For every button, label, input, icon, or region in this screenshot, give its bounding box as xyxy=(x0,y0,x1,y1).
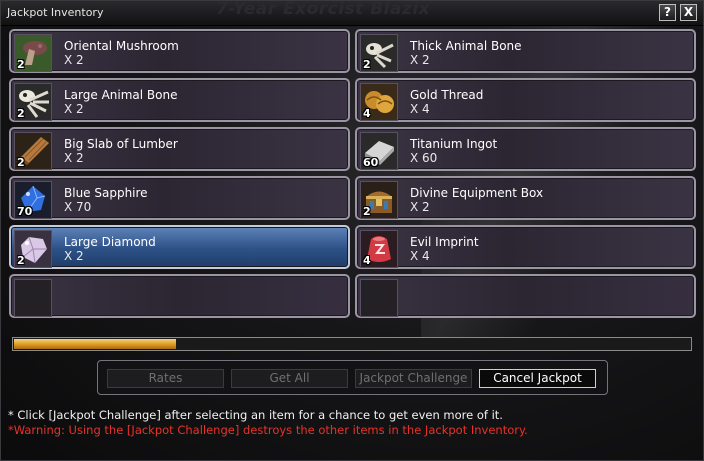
item-count: 70 xyxy=(17,205,33,218)
item-quantity: X 60 xyxy=(410,151,438,165)
warning-message: *Warning: Using the [Jackpot Challenge] … xyxy=(8,423,528,437)
item-name: Evil Imprint xyxy=(410,235,479,249)
item-quantity: X 2 xyxy=(410,53,430,67)
empty-icon-slot xyxy=(14,279,52,317)
progress-fill xyxy=(14,339,176,349)
item-quantity: X 2 xyxy=(64,53,84,67)
item-slot-evil-imprint[interactable]: 4 Evil Imprint X 4 xyxy=(355,225,696,269)
jackpot-progress-bar xyxy=(12,337,692,351)
jackpot-inventory-window: Jackpot Inventory 7-Year Exorcist Blazix… xyxy=(0,0,704,461)
empty-item-slot[interactable] xyxy=(9,274,350,318)
item-name: Oriental Mushroom xyxy=(64,39,179,53)
item-name: Divine Equipment Box xyxy=(410,186,544,200)
item-count: 2 xyxy=(363,58,371,71)
item-count: 2 xyxy=(17,254,25,267)
item-quantity: X 4 xyxy=(410,249,430,263)
item-quantity: X 2 xyxy=(410,200,430,214)
item-slot-large-animal-bone[interactable]: 2 Large Animal Bone X 2 xyxy=(9,78,350,122)
item-quantity: X 2 xyxy=(64,102,84,116)
item-quantity: X 2 xyxy=(64,151,84,165)
item-count: 2 xyxy=(363,205,371,218)
gold-thread-icon: 4 xyxy=(360,83,398,121)
window-title: Jackpot Inventory xyxy=(7,6,104,19)
item-slot-big-slab-of-lumber[interactable]: 2 Big Slab of Lumber X 2 xyxy=(9,127,350,171)
empty-icon-slot xyxy=(360,279,398,317)
close-button[interactable]: X xyxy=(680,4,697,21)
sapphire-icon: 70 xyxy=(14,181,52,219)
item-slot-titanium-ingot[interactable]: 60 Titanium Ingot X 60 xyxy=(355,127,696,171)
item-name: Titanium Ingot xyxy=(410,137,498,151)
item-slot-oriental-mushroom[interactable]: 2 Oriental Mushroom X 2 xyxy=(9,29,350,73)
item-count: 2 xyxy=(17,58,25,71)
empty-item-slot[interactable] xyxy=(355,274,696,318)
action-button-bar: Rates Get All Jackpot Challenge Cancel J… xyxy=(97,360,608,395)
item-name: Big Slab of Lumber xyxy=(64,137,178,151)
cancel-jackpot-button[interactable]: Cancel Jackpot xyxy=(479,369,596,388)
item-count: 4 xyxy=(363,107,371,120)
item-slot-gold-thread[interactable]: 4 Gold Thread X 4 xyxy=(355,78,696,122)
item-slot-large-diamond[interactable]: 2 Large Diamond X 2 xyxy=(9,225,350,269)
item-name: Large Animal Bone xyxy=(64,88,178,102)
imprint-icon: 4 xyxy=(360,230,398,268)
item-count: 60 xyxy=(363,156,379,169)
background-watermark-text: 7-Year Exorcist Blazix xyxy=(216,0,431,19)
chest-icon: 2 xyxy=(360,181,398,219)
item-slot-blue-sapphire[interactable]: 70 Blue Sapphire X 70 xyxy=(9,176,350,220)
title-bar[interactable]: Jackpot Inventory 7-Year Exorcist Blazix… xyxy=(1,0,703,26)
mushroom-icon: 2 xyxy=(14,34,52,72)
item-slot-thick-animal-bone[interactable]: 2 Thick Animal Bone X 2 xyxy=(355,29,696,73)
item-count: 2 xyxy=(17,107,25,120)
item-quantity: X 2 xyxy=(64,249,84,263)
item-name: Large Diamond xyxy=(64,235,156,249)
item-slot-divine-equipment-box[interactable]: 2 Divine Equipment Box X 2 xyxy=(355,176,696,220)
ingot-icon: 60 xyxy=(360,132,398,170)
rates-button[interactable]: Rates xyxy=(107,369,224,388)
bone-icon: 2 xyxy=(14,83,52,121)
item-name: Gold Thread xyxy=(410,88,484,102)
item-name: Thick Animal Bone xyxy=(410,39,522,53)
item-count: 4 xyxy=(363,254,371,267)
hint-message: * Click [Jackpot Challenge] after select… xyxy=(8,408,503,422)
get-all-button[interactable]: Get All xyxy=(231,369,348,388)
diamond-icon: 2 xyxy=(14,230,52,268)
jackpot-challenge-button[interactable]: Jackpot Challenge xyxy=(355,369,472,388)
item-name: Blue Sapphire xyxy=(64,186,148,200)
item-quantity: X 70 xyxy=(64,200,92,214)
lumber-icon: 2 xyxy=(14,132,52,170)
bone-icon: 2 xyxy=(360,34,398,72)
help-button[interactable]: ? xyxy=(659,4,676,21)
item-quantity: X 4 xyxy=(410,102,430,116)
item-count: 2 xyxy=(17,156,25,169)
